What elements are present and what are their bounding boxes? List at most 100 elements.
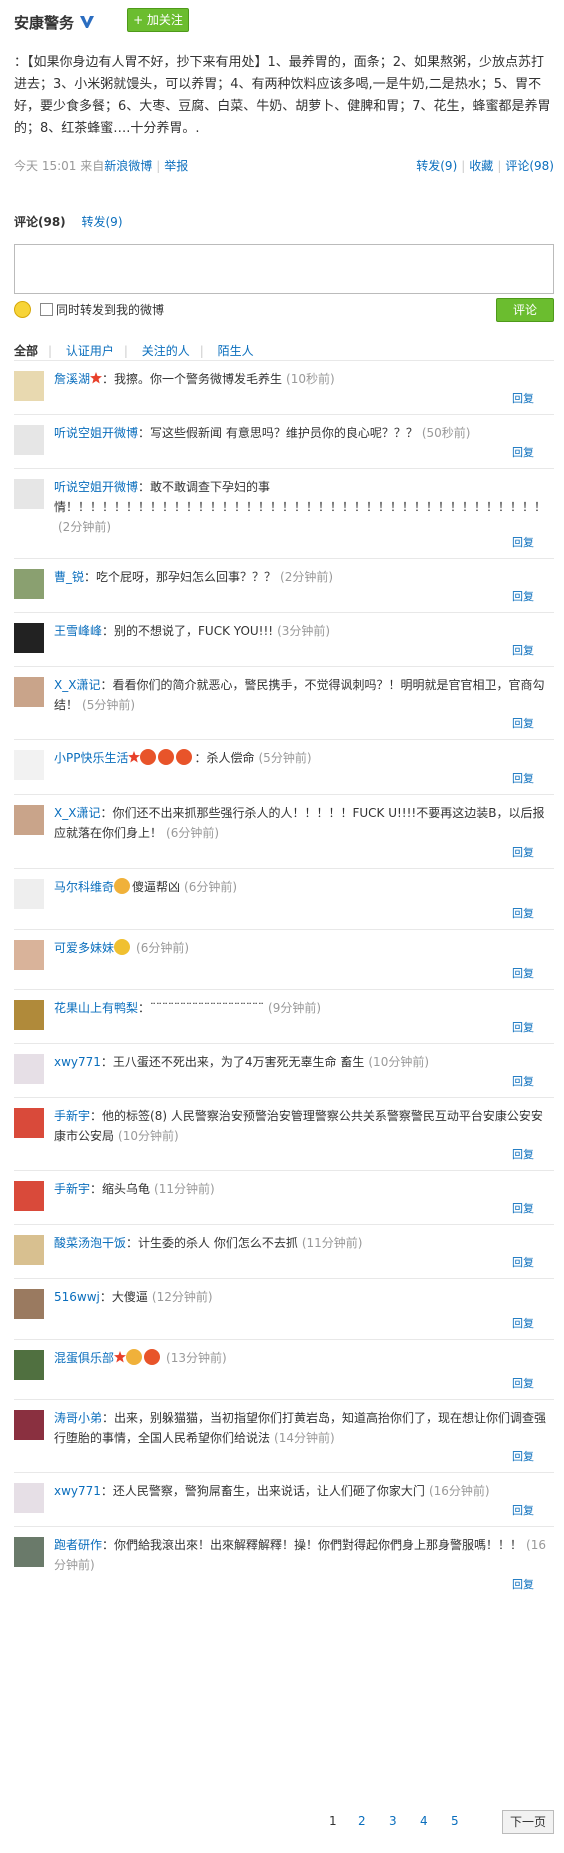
avatar[interactable] <box>14 371 44 401</box>
tab-reposts[interactable]: 转发(9) <box>82 215 123 229</box>
avatar[interactable] <box>14 1000 44 1030</box>
comment-text: 听说空姐开微博：写这些假新闻 有意思吗？维护员你的良心呢？？？ (50秒前) <box>54 423 554 443</box>
source-link[interactable]: 新浪微博 <box>104 159 152 173</box>
reply-link[interactable]: 回复 <box>512 770 534 786</box>
post-body: ：【如果你身边有人胃不好，抄下来有用处】1、最养胃的，面条；2、如果熬粥，少放点… <box>14 55 551 136</box>
comment-item: 涛哥小弟：出来，别躲猫猫，当初指望你们打黄岩岛，知道高抬你们了，现在想让你们调查… <box>14 1399 554 1472</box>
comment-username[interactable]: 花果山上有鸭梨 <box>54 1001 138 1015</box>
comment-username[interactable]: 混蛋俱乐部 <box>54 1351 114 1365</box>
comment-username[interactable]: 听说空姐开微博 <box>54 480 138 494</box>
avatar[interactable] <box>14 479 44 509</box>
avatar[interactable] <box>14 677 44 707</box>
comment-username[interactable]: 王雪峰峰 <box>54 624 102 638</box>
comment-username[interactable]: X_X潇记 <box>54 806 100 820</box>
comment-username[interactable]: 手新宇 <box>54 1109 90 1123</box>
reply-link[interactable]: 回复 <box>512 1576 534 1592</box>
comment-username[interactable]: 小PP快乐生活 <box>54 751 128 765</box>
avatar[interactable] <box>14 879 44 909</box>
page-1[interactable]: 1 <box>329 1814 337 1828</box>
comment-username[interactable]: 涛哥小弟 <box>54 1411 102 1425</box>
reply-link[interactable]: 回复 <box>512 588 534 604</box>
repost-link[interactable]: 转发(9) <box>416 159 457 173</box>
comment-textarea[interactable] <box>14 244 554 294</box>
avatar[interactable] <box>14 623 44 653</box>
reply-link[interactable]: 回复 <box>512 965 534 981</box>
comment-username[interactable]: 可爱多妹妹 <box>54 941 114 955</box>
page-2[interactable]: 2 <box>358 1814 366 1828</box>
favorite-link[interactable]: 收藏 <box>469 159 493 173</box>
comment-body: ：你們給我滾出來！出來解釋解釋！操！你們對得起你們身上那身警服嗎！！！ <box>102 1538 523 1552</box>
comment-item: 混蛋俱乐部 (13分钟前) 回复 <box>14 1339 554 1399</box>
avatar[interactable] <box>14 805 44 835</box>
reply-link[interactable]: 回复 <box>512 390 534 406</box>
reply-link[interactable]: 回复 <box>512 1200 534 1216</box>
comment-username[interactable]: xwy771 <box>54 1055 101 1069</box>
avatar[interactable] <box>14 1235 44 1265</box>
comment-username[interactable]: xwy771 <box>54 1484 101 1498</box>
avatar[interactable] <box>14 1108 44 1138</box>
next-page-button[interactable]: 下一页 <box>502 1810 554 1834</box>
emoji-icon <box>140 749 157 765</box>
reply-link[interactable]: 回复 <box>512 844 534 860</box>
reply-link[interactable]: 回复 <box>512 642 534 658</box>
avatar[interactable] <box>14 569 44 599</box>
reply-link[interactable]: 回复 <box>512 715 534 731</box>
comment-username[interactable]: X_X潇记 <box>54 678 100 692</box>
page-4[interactable]: 4 <box>420 1814 428 1828</box>
avatar[interactable] <box>14 1537 44 1567</box>
avatar[interactable] <box>14 1350 44 1380</box>
filter-verified[interactable]: 认证用户 <box>66 344 114 358</box>
filter-all[interactable]: 全部 <box>14 344 38 358</box>
avatar[interactable] <box>14 1289 44 1319</box>
avatar[interactable] <box>14 750 44 780</box>
comment-filters: 全部 | 认证用户 | 关注的人 | 陌生人 <box>14 344 254 358</box>
avatar[interactable] <box>14 1054 44 1084</box>
follow-button[interactable]: + 加关注 <box>127 8 189 32</box>
comment-username[interactable]: 手新宇 <box>54 1182 90 1196</box>
page-5[interactable]: 5 <box>451 1814 459 1828</box>
comment-time: (2分钟前) <box>280 570 334 584</box>
reply-link[interactable]: 回复 <box>512 1146 534 1162</box>
also-repost-checkbox[interactable] <box>40 303 53 316</box>
reply-link[interactable]: 回复 <box>512 1019 534 1035</box>
star-icon <box>90 372 103 384</box>
comment-body: ：我擦。你一个警务微博发毛养生 <box>102 372 283 386</box>
comment-text: 听说空姐开微博：敢不敢调查下孕妇的事情！！！！！！！！！！！！！！！！！！！！！… <box>54 477 554 537</box>
comment-username[interactable]: 曹_锐 <box>54 570 84 584</box>
report-link[interactable]: 举报 <box>164 159 188 173</box>
author-name[interactable]: 安康警务 <box>14 12 74 33</box>
comment-link[interactable]: 评论(98) <box>505 159 554 173</box>
comment-username[interactable]: 听说空姐开微博 <box>54 426 138 440</box>
comment-username[interactable]: 马尔科维奇 <box>54 880 114 894</box>
post-header: 安康警务 + 加关注 <box>14 8 189 34</box>
pagination: 1 2 3 4 5 下一页 <box>14 1810 554 1834</box>
reply-link[interactable]: 回复 <box>512 534 534 550</box>
reply-link[interactable]: 回复 <box>512 1073 534 1089</box>
page-3[interactable]: 3 <box>389 1814 397 1828</box>
reply-link[interactable]: 回复 <box>512 1375 534 1391</box>
comment-time: (2分钟前) <box>58 520 111 534</box>
reply-link[interactable]: 回复 <box>512 1502 534 1518</box>
emoji-icon[interactable] <box>14 301 31 318</box>
avatar[interactable] <box>14 1410 44 1440</box>
comment-text: X_X潇记：你们还不出来抓那些强行杀人的人！！！！！FUCK U!!!!不要再这… <box>54 803 554 843</box>
reply-link[interactable]: 回复 <box>512 1254 534 1270</box>
comment-username[interactable]: 酸菜汤泡干饭 <box>54 1236 126 1250</box>
comment-username[interactable]: 詹溪湖 <box>54 372 90 386</box>
filter-strangers[interactable]: 陌生人 <box>218 344 254 358</box>
comment-username[interactable]: 跑者研作 <box>54 1538 102 1552</box>
reply-link[interactable]: 回复 <box>512 1448 534 1464</box>
comment-item: xwy771：还人民警察，警狗屌畜生，出来说话，让人们砸了你家大门 (16分钟前)… <box>14 1472 554 1526</box>
comment-body: ：计生委的杀人 你们怎么不去抓 <box>126 1236 298 1250</box>
submit-comment-button[interactable]: 评论 <box>496 298 554 322</box>
avatar[interactable] <box>14 425 44 455</box>
tab-comments[interactable]: 评论(98) <box>14 215 66 229</box>
comment-username[interactable]: 516wwj <box>54 1290 100 1304</box>
filter-following[interactable]: 关注的人 <box>142 344 190 358</box>
reply-link[interactable]: 回复 <box>512 1315 534 1331</box>
avatar[interactable] <box>14 1181 44 1211</box>
avatar[interactable] <box>14 1483 44 1513</box>
reply-link[interactable]: 回复 <box>512 905 534 921</box>
avatar[interactable] <box>14 940 44 970</box>
reply-link[interactable]: 回复 <box>512 444 534 460</box>
